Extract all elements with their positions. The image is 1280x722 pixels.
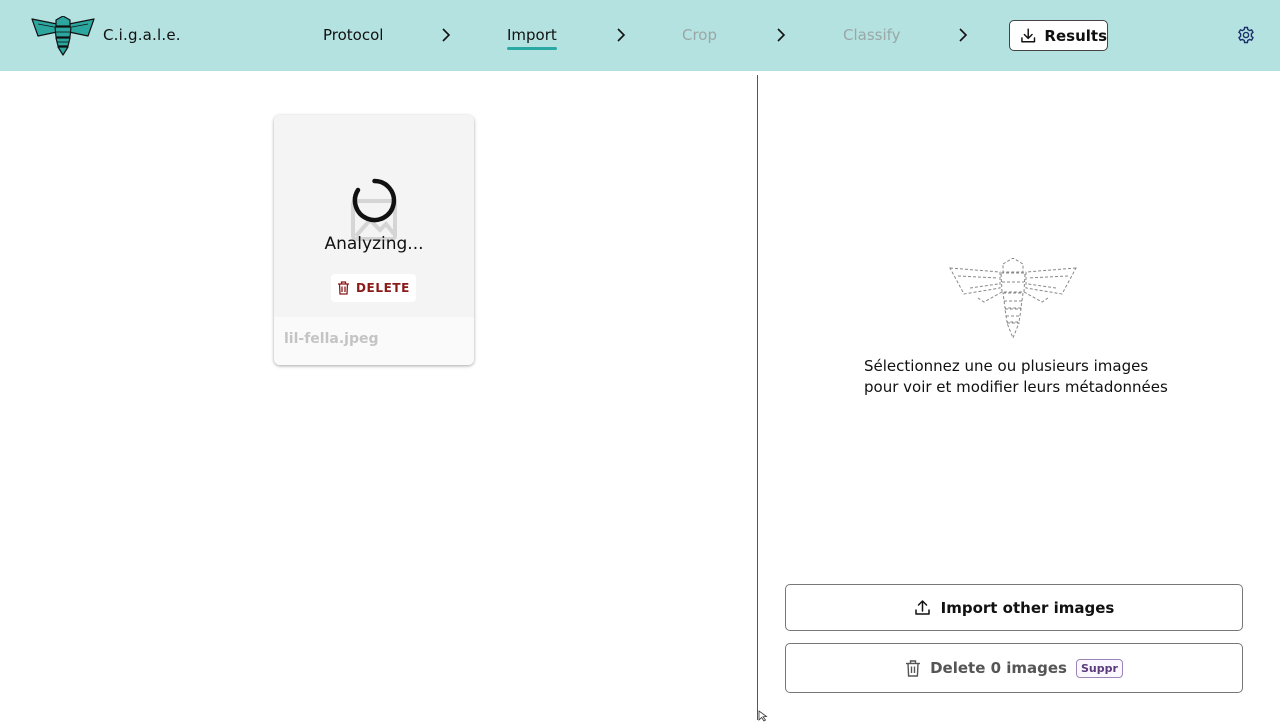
chevron-right-icon — [959, 28, 968, 42]
selection-hint: Sélectionnez une ou plusieurs images pou… — [864, 356, 1194, 398]
results-label: Results — [1044, 26, 1107, 45]
results-button[interactable]: Results — [1009, 20, 1108, 51]
trash-icon — [338, 281, 349, 295]
import-images-button[interactable]: Import other images — [785, 584, 1243, 631]
step-import[interactable]: Import — [507, 26, 557, 50]
analyzing-status: Analyzing... — [324, 234, 424, 254]
hint-line-2: pour voir et modifier leurs métadonnées — [864, 378, 1168, 396]
download-icon — [1021, 28, 1036, 43]
cicada-outline-icon — [949, 258, 1077, 340]
step-protocol[interactable]: Protocol — [323, 26, 383, 44]
delete-image-button[interactable]: DELETE — [331, 274, 416, 302]
hint-line-1: Sélectionnez une ou plusieurs images — [864, 357, 1149, 375]
image-filename: lil-fella.jpeg — [284, 331, 379, 347]
chevron-right-icon — [777, 28, 786, 42]
app-name[interactable]: C.i.g.a.l.e. — [103, 26, 181, 44]
image-card[interactable]: Analyzing... DELETE lil-fella.jpeg — [274, 115, 474, 365]
cigale-logo[interactable] — [30, 16, 96, 56]
chevron-right-icon — [617, 28, 626, 42]
step-crop[interactable]: Crop — [682, 26, 717, 44]
shortcut-badge: Suppr — [1075, 658, 1123, 678]
chevron-right-icon — [442, 28, 451, 42]
loading-spinner-icon — [352, 178, 397, 223]
resize-cursor-icon — [758, 710, 768, 722]
panel-divider[interactable] — [757, 75, 758, 720]
top-bar: C.i.g.a.l.e. Protocol Import Crop Classi… — [0, 0, 1280, 71]
delete-images-button[interactable]: Delete 0 images Suppr — [785, 643, 1243, 693]
import-label: Import other images — [940, 598, 1115, 617]
upload-icon — [914, 600, 930, 615]
step-classify[interactable]: Classify — [843, 26, 901, 44]
gear-icon[interactable] — [1237, 26, 1255, 44]
delete-label: DELETE — [356, 281, 410, 295]
delete-images-label: Delete 0 images — [930, 659, 1067, 677]
trash-icon — [906, 659, 921, 677]
